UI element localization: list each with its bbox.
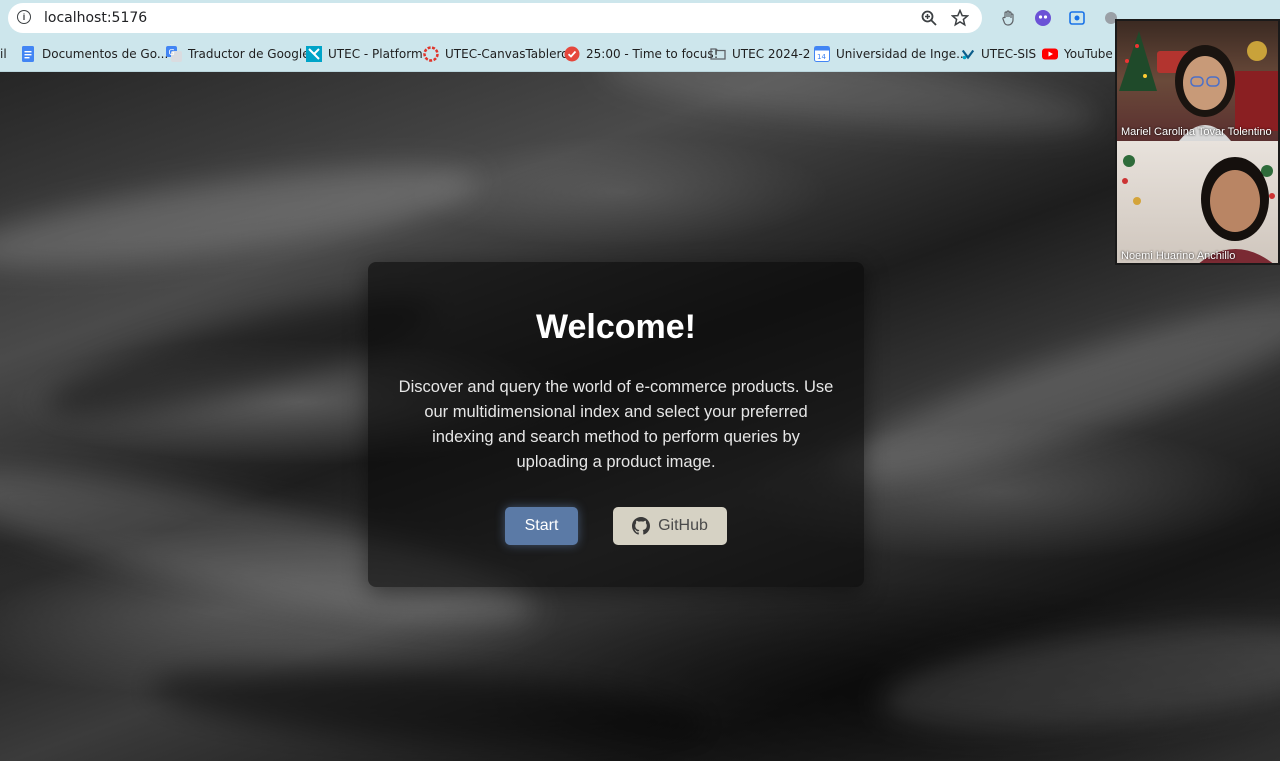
ghost-extension-icon[interactable] (1034, 9, 1052, 27)
hand-extension-icon[interactable] (1000, 9, 1018, 27)
bookmark-label: Documentos de Go... (42, 46, 169, 61)
silk-fold (876, 607, 1280, 747)
bookmark-item[interactable]: 25:00 - Time to focus! (564, 36, 718, 71)
bookmark-label: UTEC - Platform (328, 46, 423, 61)
site-info-icon[interactable]: i (17, 10, 31, 24)
participant-video (1119, 31, 1278, 141)
github-button-label: GitHub (658, 517, 708, 534)
welcome-card: Welcome! Discover and query the world of… (368, 262, 864, 587)
page-background: Welcome! Discover and query the world of… (0, 72, 1280, 761)
start-button-label: Start (524, 517, 559, 534)
utec-sis-icon (961, 49, 975, 59)
silk-fold (820, 273, 1280, 511)
google-docs-icon (22, 45, 34, 62)
bookmark-item[interactable]: il (0, 36, 7, 71)
svg-text:14: 14 (817, 53, 826, 61)
bookmark-item[interactable]: YouTube (1042, 36, 1113, 71)
canvas-icon (423, 45, 439, 62)
bookmark-item[interactable]: UTEC-SIS (961, 36, 1036, 71)
bookmark-label: UTEC-SIS (981, 46, 1037, 61)
bookmark-label: 25:00 - Time to focus! (586, 46, 719, 61)
github-icon (632, 517, 651, 535)
folder-icon (710, 47, 726, 60)
bookmark-item[interactable]: UTEC 2024-2 (710, 36, 810, 71)
utec-icon (306, 45, 322, 62)
bookmark-item[interactable]: UTEC-CanvasTablero (423, 36, 569, 71)
participant-name: Noemi Huarino Anchillo (1121, 250, 1236, 262)
welcome-title: Welcome! (536, 308, 696, 346)
bookmark-label: UTEC 2024-2 (732, 46, 811, 61)
participant-tile[interactable]: Noemi Huarino Anchillo (1117, 141, 1278, 263)
bookmarks-bar: il Documentos de Go... G Traductor de Go… (0, 36, 1280, 72)
address-bar[interactable]: i localhost:5176 (8, 3, 982, 33)
address-url[interactable]: localhost:5176 (44, 10, 147, 26)
bookmark-item[interactable]: G Traductor de Google (166, 36, 310, 71)
svg-text:G: G (169, 48, 175, 57)
silk-shadow (148, 652, 712, 761)
browser-toolbar: i localhost:5176 (0, 0, 1280, 36)
bookmark-label: Universidad de Inge... (836, 46, 968, 61)
google-translate-icon: G (166, 45, 182, 62)
participant-video (1122, 155, 1275, 263)
github-button[interactable]: GitHub (613, 507, 727, 545)
bookmark-label: UTEC-CanvasTablero (445, 46, 569, 61)
bookmark-star-icon[interactable] (951, 9, 969, 27)
bookmark-label: il (0, 46, 7, 61)
silk-fold (598, 72, 1102, 148)
youtube-icon (1042, 48, 1058, 59)
bookmark-item[interactable]: UTEC - Platform (306, 36, 423, 71)
zoom-icon[interactable] (920, 9, 938, 27)
welcome-description: Discover and query the world of e-commer… (398, 378, 834, 471)
start-button[interactable]: Start (505, 507, 578, 545)
pomodoro-icon (564, 46, 580, 61)
video-call-overlay[interactable]: Mariel Carolina Tovar Tolentino Noemi Hu… (1115, 19, 1280, 265)
screen-extension-icon[interactable] (1068, 9, 1086, 27)
bookmark-item[interactable]: 14 Universidad de Inge... (814, 36, 968, 71)
bookmark-item[interactable]: Documentos de Go... (20, 36, 168, 71)
bookmark-label: YouTube (1064, 46, 1113, 61)
participant-name: Mariel Carolina Tovar Tolentino (1121, 126, 1272, 138)
participant-tile[interactable]: Mariel Carolina Tovar Tolentino (1117, 21, 1278, 141)
bookmark-label: Traductor de Google (188, 46, 310, 61)
calendar-icon: 14 (814, 45, 830, 62)
